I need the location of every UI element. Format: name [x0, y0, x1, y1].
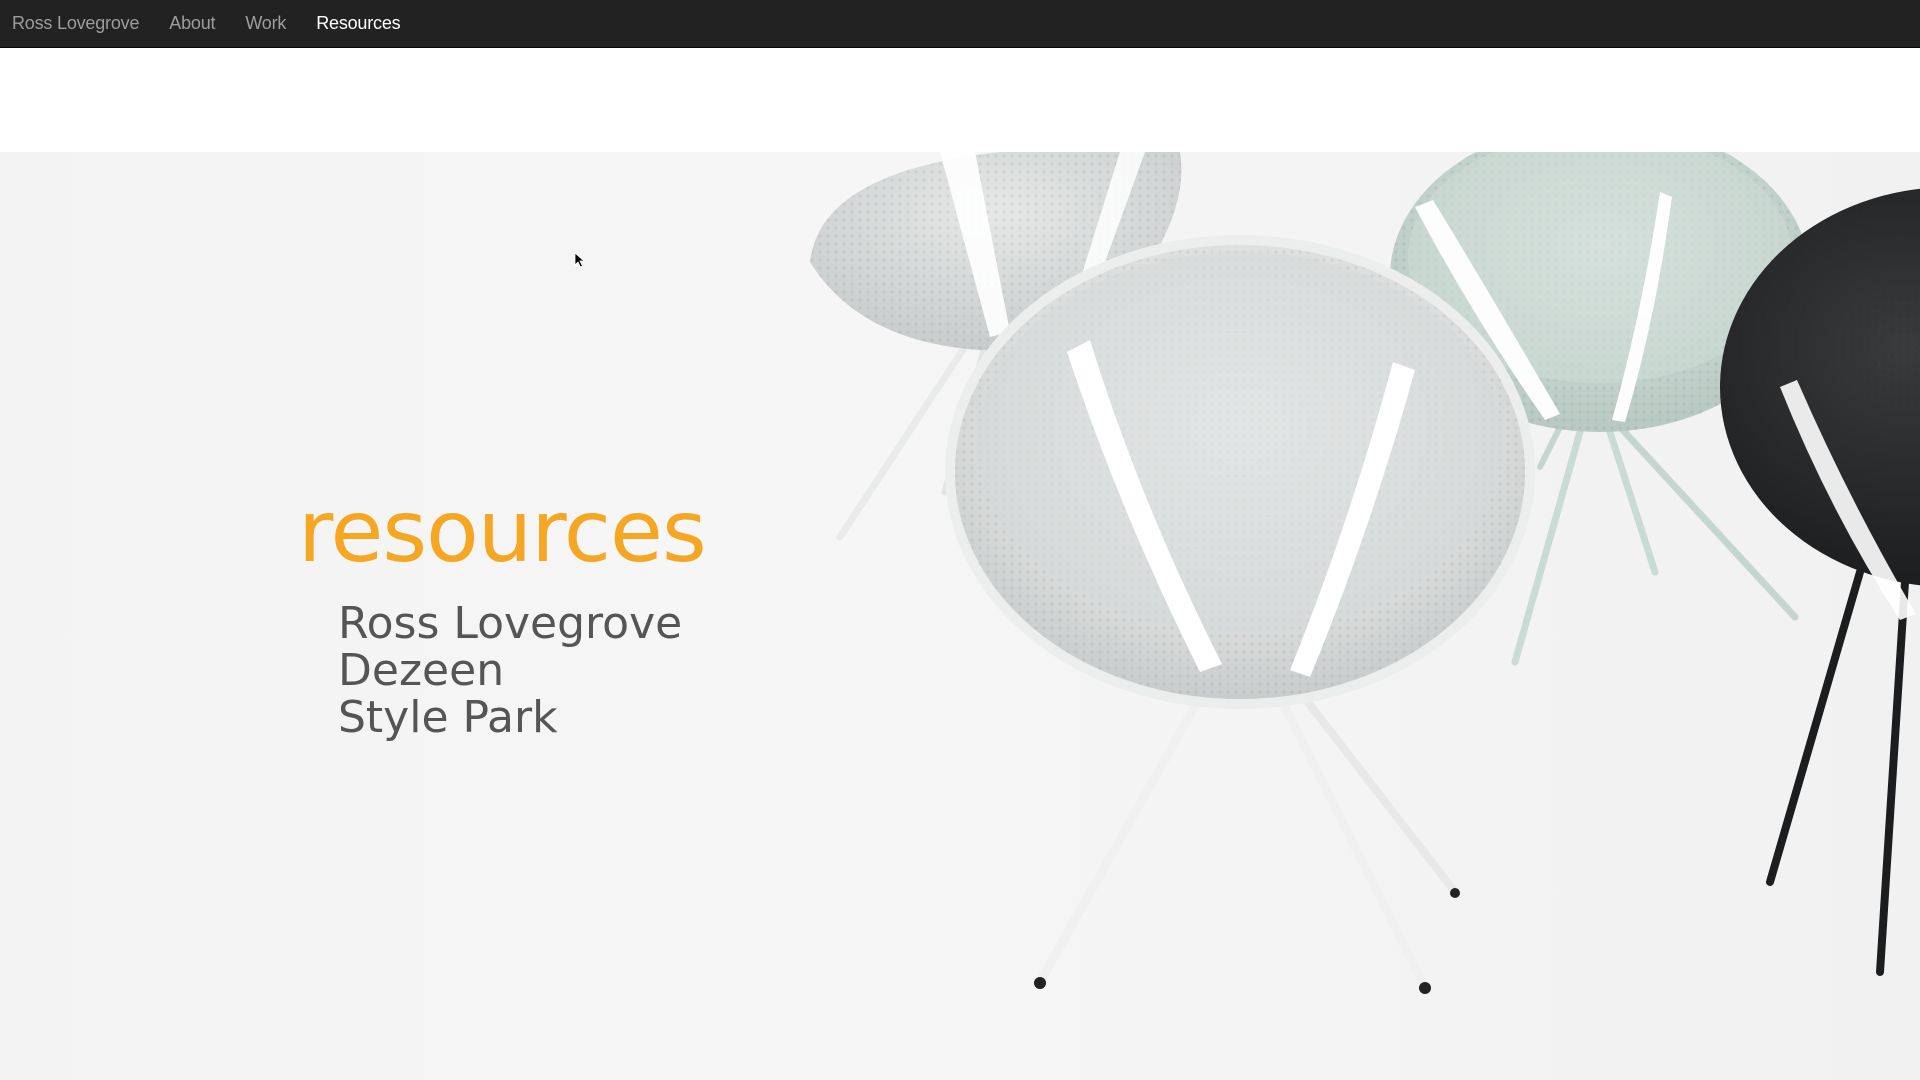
resource-list: Ross Lovegrove Dezeen Style Park: [338, 600, 682, 741]
top-navbar: Ross Lovegrove About Work Resources: [0, 0, 1920, 48]
page-title: resources: [298, 482, 707, 582]
brand-link[interactable]: Ross Lovegrove: [12, 13, 139, 34]
chair-right-dark: [1720, 188, 1920, 976]
hero-section: resources Ross Lovegrove Dezeen Style Pa…: [0, 152, 1920, 1080]
resource-link-ross-lovegrove[interactable]: Ross Lovegrove: [338, 598, 682, 649]
nav-link-about[interactable]: About: [169, 13, 215, 34]
resource-link-style-park[interactable]: Style Park: [338, 692, 558, 743]
chairs-photo: [810, 152, 1920, 994]
nav-link-resources[interactable]: Resources: [316, 13, 400, 34]
chair-front-center: [945, 235, 1535, 994]
nav-link-work[interactable]: Work: [245, 13, 286, 34]
list-item: Ross Lovegrove: [338, 600, 682, 647]
list-item: Style Park: [338, 694, 682, 741]
resource-link-dezeen[interactable]: Dezeen: [338, 645, 504, 696]
mouse-cursor-icon: [574, 252, 586, 268]
list-item: Dezeen: [338, 647, 682, 694]
